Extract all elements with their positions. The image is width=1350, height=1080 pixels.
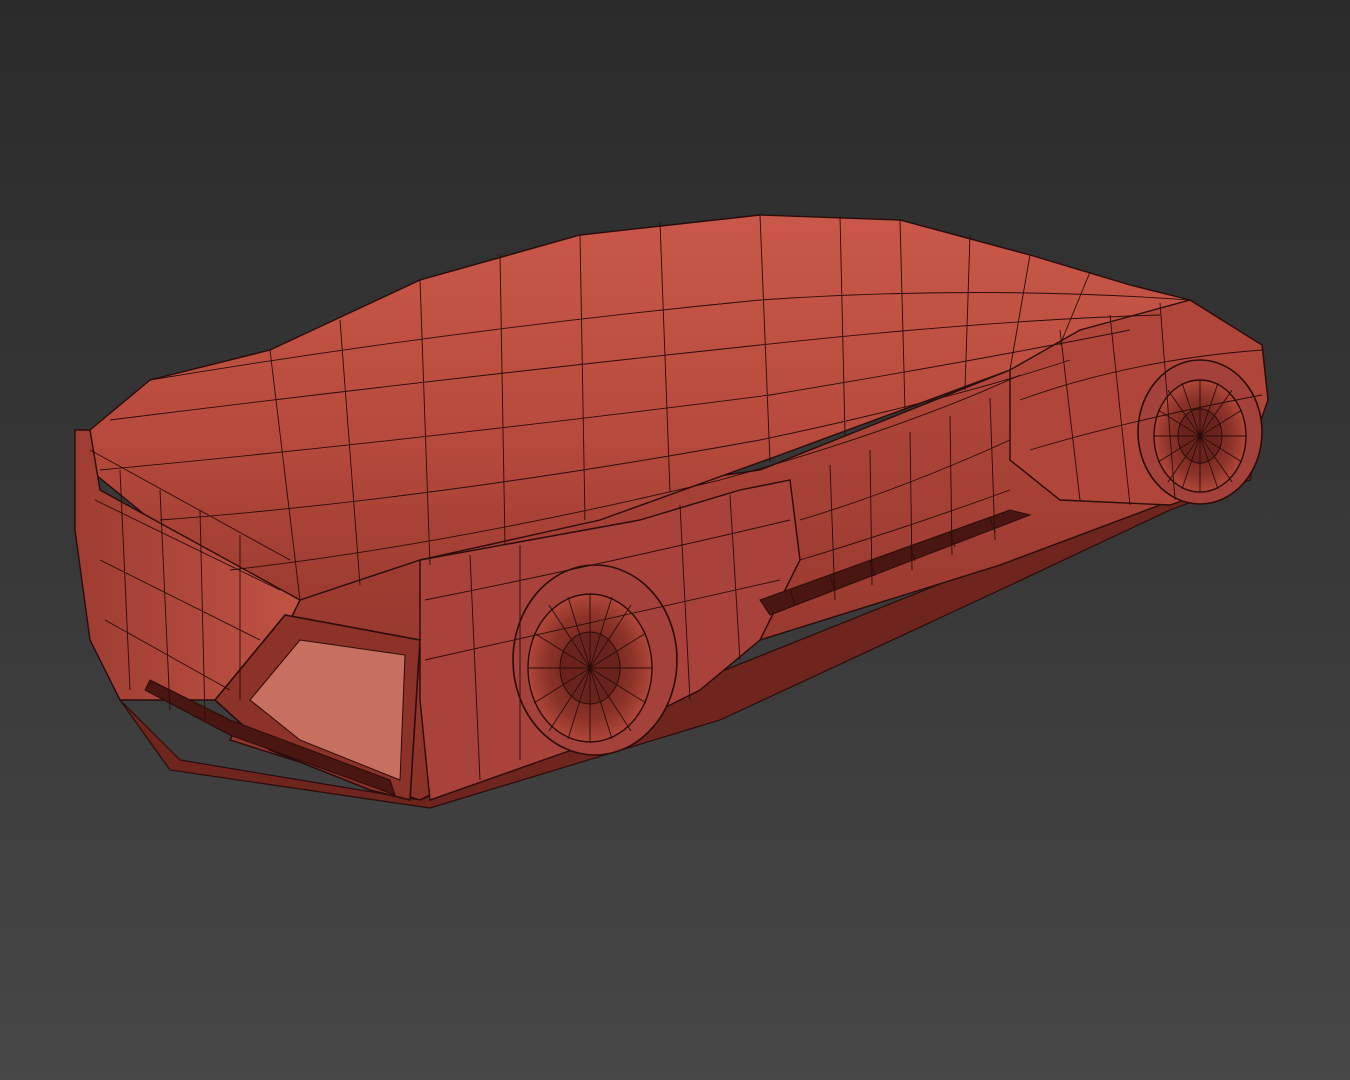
front-wheel [512,564,678,756]
viewport-scene [74,214,1269,809]
3d-viewport[interactable] [0,0,1350,1080]
rear-wheel [1137,359,1263,505]
